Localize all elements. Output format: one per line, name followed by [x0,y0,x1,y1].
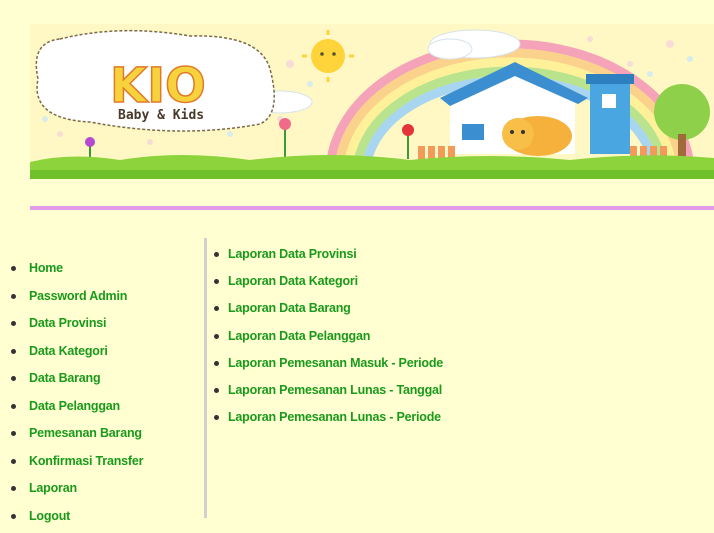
sidebar-item-data-kategori: Data Kategori [0,341,204,369]
bullet-icon [11,459,16,464]
sidebar-link-data-kategori[interactable]: Data Kategori [29,344,108,358]
report-link-barang[interactable]: Laporan Data Barang [228,301,351,315]
sidebar-item-konfirmasi-transfer: Konfirmasi Transfer [0,451,204,479]
logo-subtitle: Baby & Kids [118,108,204,123]
report-link-pelanggan[interactable]: Laporan Data Pelanggan [228,329,370,343]
sidebar-link-konfirmasi-transfer[interactable]: Konfirmasi Transfer [29,454,143,468]
bullet-icon [214,279,219,284]
sidebar-item-pemesanan-barang: Pemesanan Barang [0,423,204,451]
sidebar-item-logout: Logout [0,506,204,533]
bullet-icon [214,361,219,366]
sidebar-item-data-pelanggan: Data Pelanggan [0,396,204,424]
report-item-pemesanan-masuk-periode: Laporan Pemesanan Masuk - Periode [209,353,709,380]
report-list: Laporan Data Provinsi Laporan Data Kateg… [209,244,709,434]
banner-illustration: KIO Baby & Kids [30,24,714,179]
sidebar-link-logout[interactable]: Logout [29,509,70,523]
report-item-kategori: Laporan Data Kategori [209,271,709,298]
bullet-icon [214,388,219,393]
sidebar-item-data-provinsi: Data Provinsi [0,313,204,341]
sidebar-link-password-admin[interactable]: Password Admin [29,289,127,303]
header-banner: KIO Baby & Kids [30,24,714,179]
report-link-kategori[interactable]: Laporan Data Kategori [228,274,358,288]
report-item-barang: Laporan Data Barang [209,298,709,325]
bullet-icon [214,334,219,339]
sidebar-item-data-barang: Data Barang [0,368,204,396]
bullet-icon [11,349,16,354]
bullet-icon [214,415,219,420]
sidebar-link-data-pelanggan[interactable]: Data Pelanggan [29,399,120,413]
header-divider [30,206,714,210]
bullet-icon [11,376,16,381]
report-item-pemesanan-lunas-periode: Laporan Pemesanan Lunas - Periode [209,407,709,434]
report-link-pemesanan-masuk-periode[interactable]: Laporan Pemesanan Masuk - Periode [228,356,443,370]
bullet-icon [214,252,219,257]
sidebar-link-pemesanan-barang[interactable]: Pemesanan Barang [29,426,142,440]
bullet-icon [214,306,219,311]
report-link-pemesanan-lunas-periode[interactable]: Laporan Pemesanan Lunas - Periode [228,410,441,424]
sidebar-link-laporan[interactable]: Laporan [29,481,77,495]
sidebar-item-laporan: Laporan [0,478,204,506]
bullet-icon [11,486,16,491]
sidebar-link-data-barang[interactable]: Data Barang [29,371,100,385]
report-item-provinsi: Laporan Data Provinsi [209,244,709,271]
report-item-pemesanan-lunas-tanggal: Laporan Pemesanan Lunas - Tanggal [209,380,709,407]
bullet-icon [11,294,16,299]
report-link-provinsi[interactable]: Laporan Data Provinsi [228,247,356,261]
bullet-icon [11,404,16,409]
sidebar-link-data-provinsi[interactable]: Data Provinsi [29,316,106,330]
sidebar-link-home[interactable]: Home [29,261,63,275]
bullet-icon [11,321,16,326]
bullet-icon [11,266,16,271]
report-item-pelanggan: Laporan Data Pelanggan [209,326,709,353]
report-link-pemesanan-lunas-tanggal[interactable]: Laporan Pemesanan Lunas - Tanggal [228,383,442,397]
sidebar-item-password-admin: Password Admin [0,286,204,314]
sidebar-menu: Home Password Admin Data Provinsi Data K… [0,238,207,518]
bullet-icon [11,431,16,436]
sidebar-item-home: Home [0,258,204,286]
logo-title: KIO [110,58,206,114]
